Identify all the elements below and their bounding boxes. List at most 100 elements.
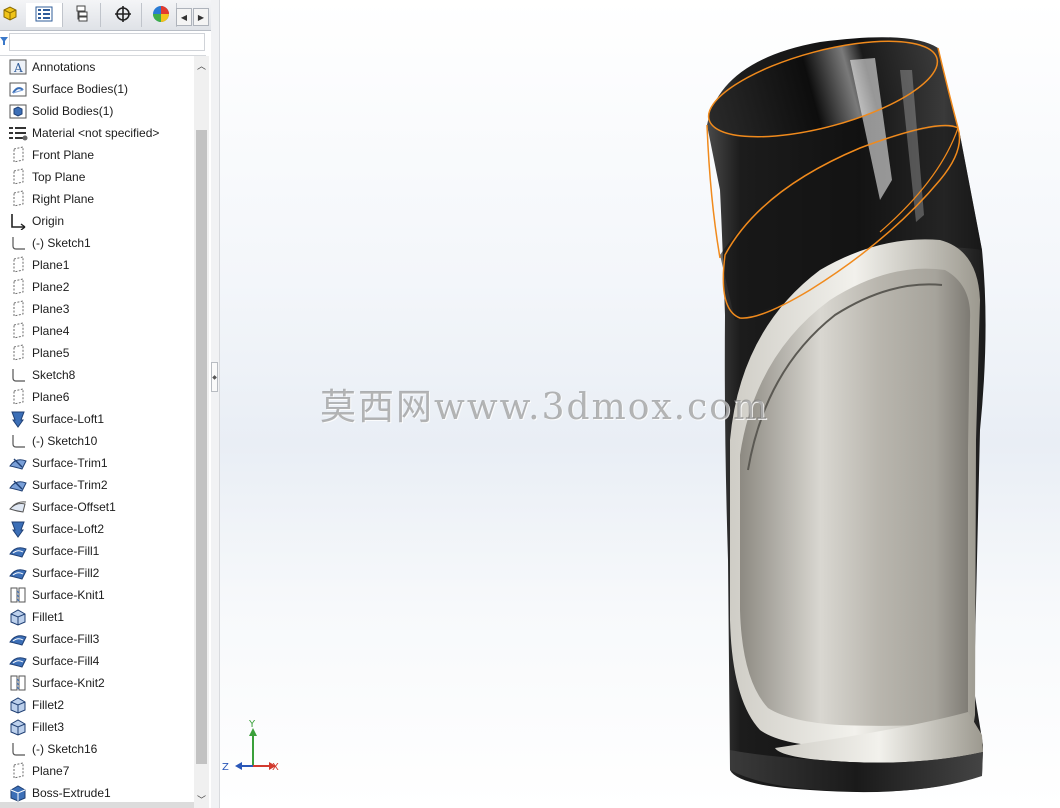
tree-item-surface-fill4[interactable]: Surface-Fill4 [0, 650, 194, 672]
tree-item-surface-loft2[interactable]: Surface-Loft2 [0, 518, 194, 540]
tree-item-label: (-) Sketch16 [32, 742, 98, 756]
tree-item-label: Plane6 [32, 390, 70, 404]
collapse-panel-button[interactable]: ◆ [211, 362, 218, 392]
tree-item-plane1[interactable]: Plane1 [0, 254, 194, 276]
loft-icon [8, 520, 28, 538]
tree-item-fillet1[interactable]: Fillet1 [0, 606, 194, 628]
configuration-icon [73, 5, 91, 26]
tree-item-surface-offset1[interactable]: Surface-Offset1 [0, 496, 194, 518]
graphics-viewport[interactable]: 莫西网www.3dmox.com Y X Z [220, 0, 1060, 808]
sketch-icon [8, 432, 28, 450]
triad-y-label: Y [248, 719, 256, 730]
tree-item-label: Solid Bodies(1) [32, 104, 114, 118]
tree-item-surface-knit2[interactable]: Surface-Knit2 [0, 672, 194, 694]
surface-fill-icon [8, 542, 28, 560]
scroll-thumb[interactable] [196, 130, 207, 764]
tree-item-label: Sketch8 [32, 368, 76, 382]
crosshair-icon [114, 5, 132, 26]
tree-item-plane4[interactable]: Plane4 [0, 320, 194, 342]
tree-filter-input[interactable] [9, 33, 205, 51]
tree-item-label: Fillet1 [32, 610, 65, 624]
tree-item-label: Fillet2 [32, 698, 65, 712]
tree-item-plane6[interactable]: Plane6 [0, 386, 194, 408]
tree-item-material-not-specified[interactable]: Material <not specified> [0, 122, 194, 144]
surface-fill-icon [8, 630, 28, 648]
tree-item-label: Top Plane [32, 170, 86, 184]
surface-bodies-folder-icon [8, 80, 28, 98]
tree-item-fillet3[interactable]: Fillet3 [0, 716, 194, 738]
reference-triad[interactable]: Y X Z [222, 718, 282, 778]
fillet-icon [8, 696, 28, 714]
chevron-up-icon: ︿ [196, 61, 206, 72]
tree-item-annotations[interactable]: A Annotations [0, 56, 194, 78]
tree-item-surface-fill2[interactable]: Surface-Fill2 [0, 562, 194, 584]
tree-item-boss-extrude1[interactable]: Boss-Extrude1 [0, 782, 194, 804]
panel-splitter[interactable]: ◆ [211, 0, 220, 808]
tree-item-sketch16[interactable]: (-) Sketch16 [0, 738, 194, 760]
manager-tab-strip: ◀ ▶ [0, 0, 211, 31]
tab-scroll-right-button[interactable]: ▶ [193, 8, 209, 26]
caret-left-icon: ◀ [180, 12, 188, 22]
tree-item-fillet2[interactable]: Fillet2 [0, 694, 194, 716]
appearance-pie-icon [152, 5, 170, 26]
plane-icon [8, 278, 28, 296]
caret-right-icon: ▶ [197, 12, 205, 22]
filter-funnel-icon[interactable] [0, 35, 8, 49]
tree-item-plane3[interactable]: Plane3 [0, 298, 194, 320]
material-icon [8, 124, 28, 142]
plane-icon [8, 322, 28, 340]
plane-icon [8, 762, 28, 780]
tree-horizontal-scrollbar[interactable] [0, 802, 194, 808]
tab-display-manager[interactable] [146, 3, 177, 27]
tab-scroll-left-button[interactable]: ◀ [176, 8, 192, 26]
tree-item-label: Plane1 [32, 258, 70, 272]
tree-item-surface-trim2[interactable]: Surface-Trim2 [0, 474, 194, 496]
surface-fill-icon [8, 652, 28, 670]
scroll-up-button[interactable]: ︿ [194, 56, 209, 74]
tree-item-origin[interactable]: Origin [0, 210, 194, 232]
grip-icon: ◆ [212, 373, 217, 381]
tree-item-label: Surface-Trim1 [32, 456, 108, 470]
tree-item-label: Plane3 [32, 302, 70, 316]
loft-icon [8, 410, 28, 428]
tree-item-label: Surface-Fill1 [32, 544, 100, 558]
tree-item-label: Plane4 [32, 324, 70, 338]
plane-icon [8, 388, 28, 406]
tree-item-surface-bodies-1[interactable]: Surface Bodies(1) [0, 78, 194, 100]
tree-item-surface-fill3[interactable]: Surface-Fill3 [0, 628, 194, 650]
tree-item-surface-loft1[interactable]: Surface-Loft1 [0, 408, 194, 430]
tree-item-front-plane[interactable]: Front Plane [0, 144, 194, 166]
tree-item-label: Surface-Knit2 [32, 676, 105, 690]
tab-feature-manager[interactable] [0, 3, 29, 27]
scroll-down-button[interactable]: ﹀ [194, 790, 209, 808]
tree-item-sketch8[interactable]: Sketch8 [0, 364, 194, 386]
solid-bodies-folder-icon [8, 102, 28, 120]
tree-item-plane5[interactable]: Plane5 [0, 342, 194, 364]
tree-filter-bar [0, 31, 206, 56]
tree-item-surface-trim1[interactable]: Surface-Trim1 [0, 452, 194, 474]
tree-item-plane7[interactable]: Plane7 [0, 760, 194, 782]
tree-item-sketch1[interactable]: (-) Sketch1 [0, 232, 194, 254]
tree-item-right-plane[interactable]: Right Plane [0, 188, 194, 210]
triad-x-label: X [272, 762, 279, 773]
tree-item-label: Surface-Offset1 [32, 500, 116, 514]
tree-item-surface-knit1[interactable]: Surface-Knit1 [0, 584, 194, 606]
tree-item-surface-fill1[interactable]: Surface-Fill1 [0, 540, 194, 562]
tree-scrollbar[interactable]: ︿ ﹀ [194, 56, 209, 808]
tree-item-label: Surface-Fill2 [32, 566, 100, 580]
tab-property-manager[interactable] [26, 3, 63, 27]
tab-dimxpert-manager[interactable] [105, 3, 142, 27]
boss-extrude-icon [8, 784, 28, 802]
tree-item-sketch10[interactable]: (-) Sketch10 [0, 430, 194, 452]
fillet-icon [8, 718, 28, 736]
tree-item-label: Surface-Trim2 [32, 478, 108, 492]
tab-configuration-manager[interactable] [64, 3, 101, 27]
tree-item-label: Material <not specified> [32, 126, 160, 140]
feature-manager-panel: ◀ ▶ A Annotations Surface Bodies(1) Solid B… [0, 0, 212, 808]
plane-icon [8, 300, 28, 318]
tree-item-solid-bodies-1[interactable]: Solid Bodies(1) [0, 100, 194, 122]
sketch-icon [8, 740, 28, 758]
tree-item-label: Surface-Fill4 [32, 654, 100, 668]
tree-item-plane2[interactable]: Plane2 [0, 276, 194, 298]
tree-item-top-plane[interactable]: Top Plane [0, 166, 194, 188]
